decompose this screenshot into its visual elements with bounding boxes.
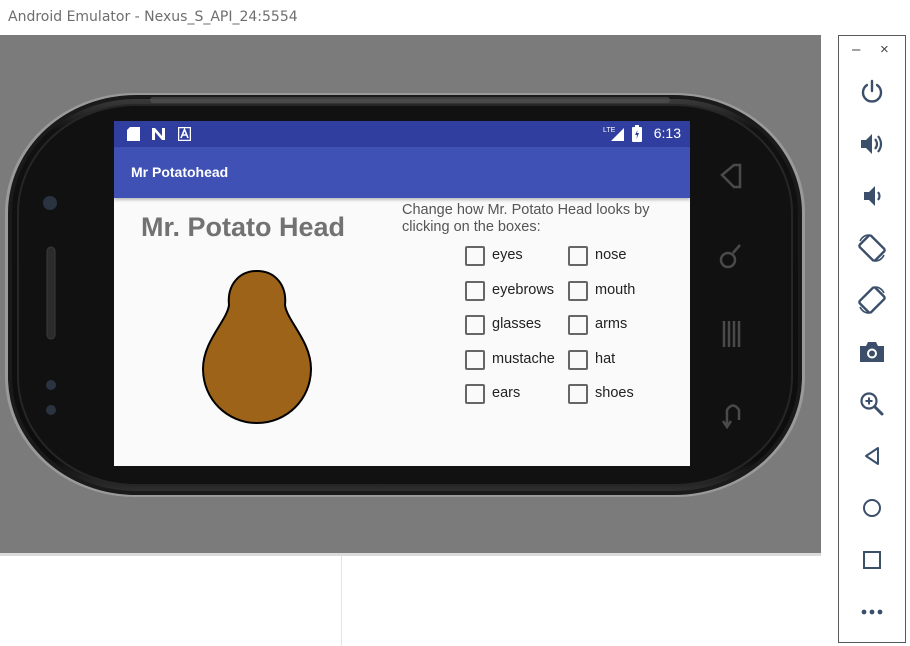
- checkbox-label: arms: [595, 316, 628, 332]
- checkbox-label: eyes: [492, 247, 523, 263]
- volume-up-icon: [861, 134, 883, 154]
- battery-icon: [632, 125, 642, 142]
- checkbox-label: eyebrows: [492, 282, 555, 298]
- checkbox-box[interactable]: [465, 246, 485, 266]
- back-button[interactable]: [839, 438, 905, 474]
- checkbox-label: mustache: [492, 351, 555, 367]
- checkbox-box[interactable]: [568, 384, 588, 404]
- checkbox-box[interactable]: [465, 281, 485, 301]
- potato-image: [201, 269, 313, 425]
- checkbox-box[interactable]: [568, 350, 588, 370]
- rotate-right-button[interactable]: [839, 282, 905, 318]
- lte-signal-icon: LTE: [603, 127, 624, 141]
- app-title: Mr Potatohead: [131, 164, 229, 180]
- emulator-toolbar: – ×: [838, 35, 906, 643]
- n-notification-icon: [152, 128, 165, 140]
- more-button[interactable]: [839, 594, 905, 630]
- checkbox-label: glasses: [492, 316, 542, 332]
- rotate-left-icon: [858, 234, 886, 262]
- checkbox-label: hat: [595, 351, 616, 367]
- screenshot-button[interactable]: [839, 334, 905, 370]
- volume-down-button[interactable]: [839, 178, 905, 214]
- zoom-button[interactable]: [839, 386, 905, 422]
- power-icon: [861, 79, 883, 103]
- checkbox-box[interactable]: [568, 315, 588, 335]
- sd-card-icon: [127, 127, 140, 141]
- checkbox-label: mouth: [595, 282, 636, 298]
- volume-up-button[interactable]: [839, 126, 905, 162]
- checkbox-label: shoes: [595, 385, 634, 401]
- instructions-text: Change how Mr. Potato Head looks by clic…: [402, 202, 650, 235]
- potato-body: [201, 269, 313, 425]
- app-bar: Mr Potatohead: [114, 147, 690, 198]
- home-icon: [863, 499, 881, 517]
- camera-icon: [860, 342, 884, 362]
- volume-down-icon: [864, 186, 881, 206]
- a-notification-icon: [178, 127, 191, 141]
- checkbox-label: nose: [595, 247, 627, 263]
- window-shadow: [0, 553, 821, 556]
- checkbox-label: ears: [492, 385, 521, 401]
- background-divider: [341, 556, 342, 646]
- svg-text:LTE: LTE: [603, 127, 616, 134]
- overview-button[interactable]: [839, 542, 905, 578]
- phone-screen: LTE 6:13 Mr Potatohead Mr. Potato Head C…: [114, 121, 690, 466]
- power-button[interactable]: [839, 74, 905, 110]
- overview-icon: [863, 551, 881, 569]
- rotate-right-icon: [858, 286, 886, 314]
- back-icon: [865, 447, 879, 465]
- status-bar: LTE 6:13: [114, 121, 690, 147]
- minimize-button[interactable]: –: [852, 42, 860, 58]
- close-button[interactable]: ×: [880, 42, 889, 58]
- rotate-left-button[interactable]: [839, 230, 905, 266]
- page-title: Mr. Potato Head: [141, 212, 346, 242]
- checkbox-box[interactable]: [465, 315, 485, 335]
- zoom-icon: [860, 392, 884, 416]
- checkbox-box[interactable]: [465, 384, 485, 404]
- window-title: Android Emulator - Nexus_S_API_24:5554: [0, 0, 821, 35]
- emulator-window: Android Emulator - Nexus_S_API_24:5554 L…: [0, 0, 821, 553]
- home-button[interactable]: [839, 490, 905, 526]
- more-icon: [861, 609, 883, 615]
- checkbox-box[interactable]: [465, 350, 485, 370]
- status-time: 6:13: [653, 125, 681, 141]
- checkbox-box[interactable]: [568, 281, 588, 301]
- checkbox-box[interactable]: [568, 246, 588, 266]
